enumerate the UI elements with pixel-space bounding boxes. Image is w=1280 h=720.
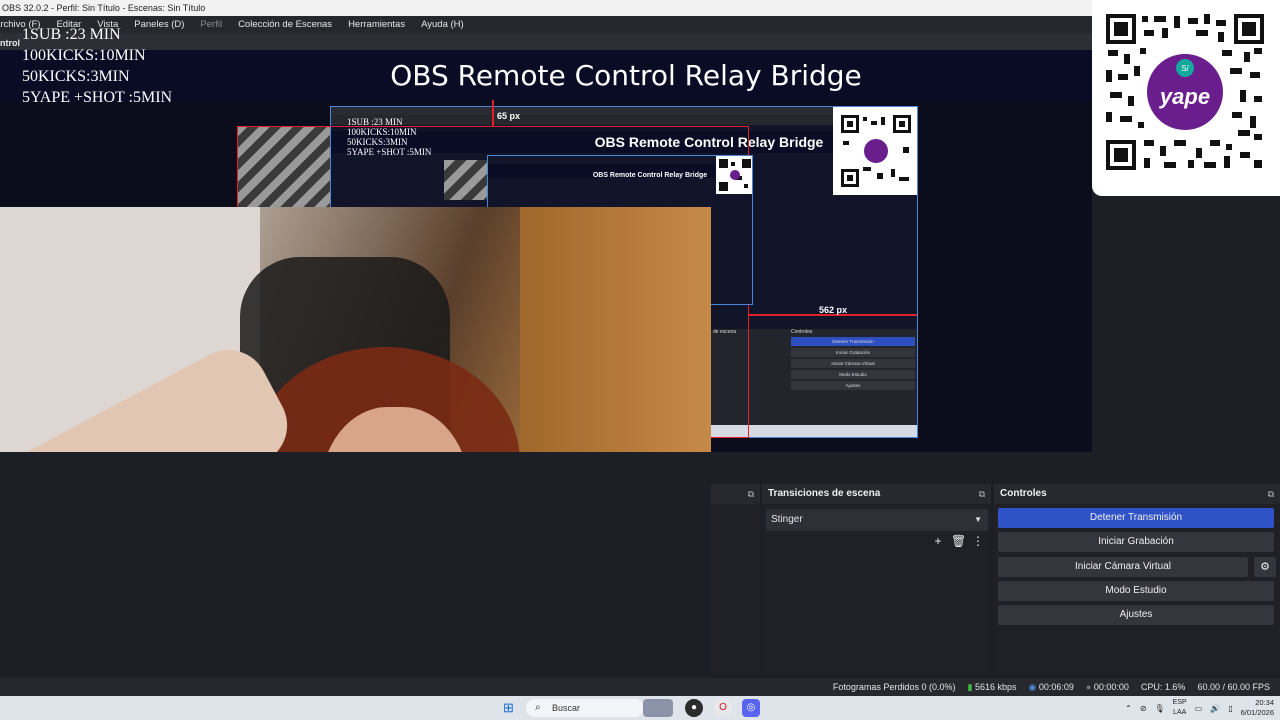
- mute-icon[interactable]: ⊘: [1140, 704, 1147, 713]
- rec-time: 00:00:00: [1093, 682, 1129, 692]
- windows-start-icon[interactable]: ⊞: [503, 701, 517, 715]
- obs-app-icon[interactable]: ●: [685, 699, 703, 717]
- sources-dock-header: ⧉: [711, 484, 760, 504]
- transition-select-value: Stinger: [771, 514, 803, 525]
- sources-dock: ⧉: [711, 484, 760, 674]
- taskbar-clock[interactable]: 20:34 6/01/2026: [1241, 698, 1274, 718]
- settings-button[interactable]: Ajustes: [998, 605, 1274, 625]
- network-icon[interactable]: ▭: [1195, 704, 1203, 713]
- window-titlebar: OBS 32.0.2 - Perfil: Sin Título - Escena…: [0, 0, 1280, 16]
- nested-banner-title: OBS Remote Control Relay Bridge: [592, 172, 708, 179]
- popout-icon[interactable]: ⧉: [979, 484, 985, 504]
- trash-icon[interactable]: 🗑: [951, 534, 966, 548]
- transition-select[interactable]: Stinger ▼: [766, 509, 988, 531]
- signal-icon: ▮: [967, 682, 973, 692]
- svg-text:S/: S/: [1181, 64, 1189, 73]
- bitrate-group: ▮ 5616 kbps: [967, 678, 1016, 696]
- search-icon: ⌕: [535, 702, 541, 713]
- widgets-icon[interactable]: [643, 699, 673, 717]
- more-vertical-icon[interactable]: ⋮: [971, 534, 985, 548]
- stream-icon: ◉: [1028, 682, 1037, 692]
- menu-help[interactable]: Ayuda (H): [413, 16, 472, 33]
- measure-top-label: 65 px: [497, 111, 521, 121]
- battery-icon[interactable]: ▯: [1228, 704, 1232, 713]
- mirror-settings: Ajustes: [791, 381, 915, 390]
- controls-dock-body: Detener Transmisión Iniciar Grabación In…: [994, 504, 1280, 674]
- sources-dock-body: [711, 504, 760, 674]
- dropped-frames: Fotogramas Perdidos 0 (0.0%): [832, 682, 956, 692]
- mirror-qr-code: [833, 107, 917, 195]
- start-recording-button[interactable]: Iniciar Grabación: [998, 532, 1274, 552]
- status-bar: Fotogramas Perdidos 0 (0.0%) ▮ 5616 kbps…: [0, 678, 1280, 696]
- studio-mode-button[interactable]: Modo Estudio: [998, 581, 1274, 601]
- menu-profile[interactable]: Perfil: [192, 16, 230, 33]
- mirror-titlebar: [331, 107, 917, 115]
- transitions-title: Transiciones de escena: [768, 488, 881, 499]
- start-virtual-camera-button[interactable]: Iniciar Cámara Virtual: [998, 557, 1248, 577]
- window-title: OBS 32.0.2 - Perfil: Sin Título - Escena…: [2, 3, 206, 13]
- menu-bar: Archivo (F) Editar Vista Paneles (D) Per…: [0, 16, 1280, 33]
- goal-line: 1SUB :23 MIN: [22, 26, 121, 43]
- menu-tools[interactable]: Herramientas: [340, 16, 413, 33]
- controls-dock: Controles ⧉ Detener Transmisión Iniciar …: [994, 484, 1280, 674]
- clock-time: 20:34: [1255, 698, 1274, 707]
- menu-scene-collection[interactable]: Colección de Escenas: [230, 16, 340, 33]
- yape-qr-code: S/ yape: [1104, 12, 1266, 172]
- yape-logo-text: yape: [1159, 84, 1210, 109]
- chevron-down-icon: ▼: [974, 515, 982, 524]
- transitions-dock: Transiciones de escena ⧉ Stinger ▼ + 🗑 ⋮: [762, 484, 991, 674]
- transitions-dock-body: Stinger ▼ + 🗑 ⋮: [762, 504, 991, 674]
- measure-line-top: [492, 100, 494, 126]
- microphone-icon[interactable]: 🎙: [1155, 704, 1165, 713]
- stream-time-group: ◉ 00:06:09: [1028, 678, 1073, 696]
- goal-line: 50KICKS:3MIN: [22, 68, 130, 85]
- goal-line: 5YAPE +SHOT :5MIN: [22, 89, 173, 106]
- stream-goals-overlay: 1SUB :23 MIN 100KICKS:10MIN 50KICKS:3MIN…: [22, 24, 172, 108]
- banner-title: OBS Remote Control Relay Bridge: [390, 59, 862, 92]
- windows-taskbar: ⊞ ⌕ Buscar ● O ◎ ⌃ ⊘ 🎙 ESP LAA ▭ 🔊 ▯ 20:…: [0, 696, 1280, 720]
- cpu-usage: CPU: 1.6%: [1140, 682, 1186, 692]
- popout-icon[interactable]: ⧉: [748, 484, 754, 504]
- fps-readout: 60.00 / 60.00 FPS: [1197, 682, 1270, 692]
- discord-icon[interactable]: ◎: [742, 699, 760, 717]
- clock-date: 6/01/2026: [1240, 708, 1274, 717]
- opera-icon[interactable]: O: [714, 699, 732, 717]
- measure-right-label: 562 px: [819, 305, 848, 315]
- popout-icon[interactable]: ⧉: [1268, 484, 1274, 504]
- stop-stream-button[interactable]: Detener Transmisión: [998, 508, 1274, 528]
- docks-area: ⧉ Transiciones de escena ⧉ Stinger ▼ + 🗑…: [0, 452, 1280, 678]
- mirror-studio-mode: Modo Estudio: [791, 370, 915, 379]
- gear-icon[interactable]: ⚙: [1254, 557, 1276, 577]
- nested-qr: [716, 156, 752, 194]
- nested-banner: OBS Remote Control Relay Bridge: [488, 164, 752, 179]
- goal-line: 100KICKS:10MIN: [22, 47, 146, 64]
- transitions-dock-header: Transiciones de escena ⧉: [762, 484, 991, 504]
- controls-dock-header: Controles ⧉: [994, 484, 1280, 504]
- chevron-up-icon[interactable]: ⌃: [1125, 704, 1132, 713]
- bitrate: 5616 kbps: [974, 682, 1017, 692]
- record-icon: ●: [1085, 682, 1092, 692]
- language-indicator[interactable]: ESP LAA: [1173, 698, 1187, 718]
- add-icon[interactable]: +: [931, 534, 945, 548]
- system-tray: ⌃ ⊘ 🎙 ESP LAA ▭ 🔊 ▯ 20:34 6/01/2026: [1125, 696, 1274, 720]
- mirror-start-recording: Iniciar Grabación: [791, 348, 915, 357]
- volume-icon[interactable]: 🔊: [1210, 704, 1220, 713]
- mirror-virtual-cam: Iniciar Cámara Virtual: [791, 359, 915, 368]
- stream-time: 00:06:09: [1038, 682, 1074, 692]
- controls-title: Controles: [1000, 488, 1047, 499]
- mirror-controls-title: Controles: [791, 329, 813, 335]
- dock-title-fragment: ntrol: [0, 38, 20, 48]
- dock-title-strip: ntrol: [0, 33, 1280, 50]
- taskbar-search-label: Buscar: [552, 703, 581, 713]
- mirror-stop-stream: Detener Transmisión: [791, 337, 915, 346]
- rec-time-group: ● 00:00:00: [1086, 678, 1129, 696]
- transition-tools: + 🗑 ⋮: [931, 534, 985, 548]
- lang-bottom: LAA: [1173, 709, 1187, 716]
- status-items: Fotogramas Perdidos 0 (0.0%) ▮ 5616 kbps…: [833, 678, 1270, 696]
- taskbar-search[interactable]: ⌕ Buscar: [526, 699, 644, 717]
- lang-top: ESP: [1172, 699, 1187, 706]
